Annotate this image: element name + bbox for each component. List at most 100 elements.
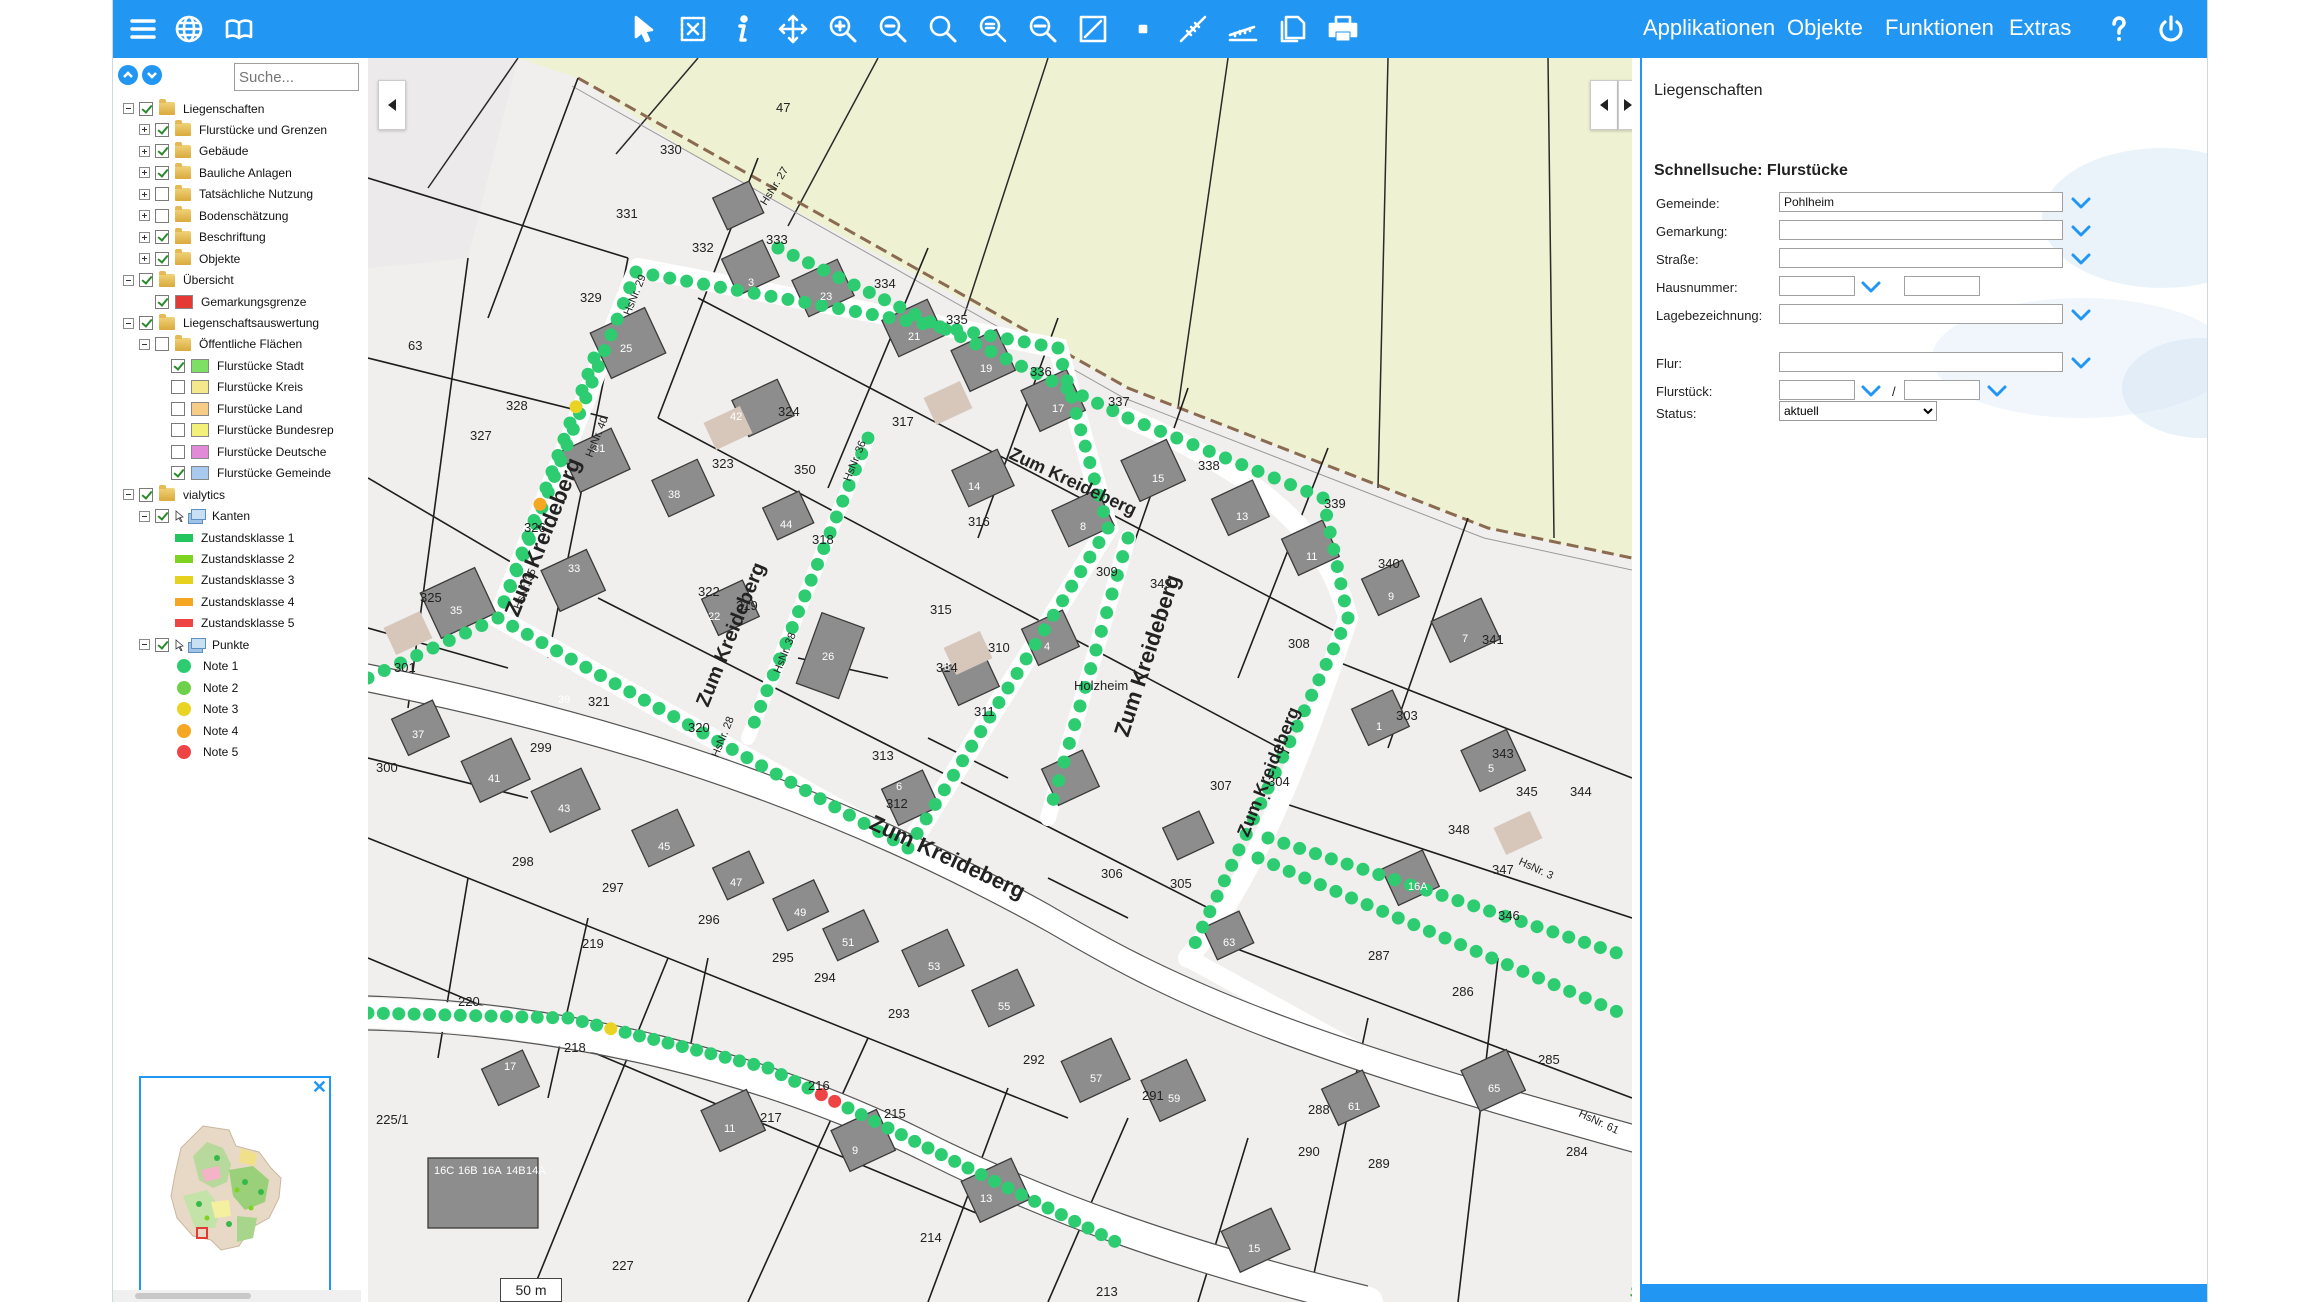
- measure-area-icon[interactable]: [1073, 9, 1113, 49]
- expand-all-icon[interactable]: [118, 65, 138, 85]
- chevron-down-icon[interactable]: [2070, 196, 2092, 210]
- flur-field[interactable]: [1779, 352, 2063, 372]
- tree-item[interactable]: Flurstücke Kreis: [155, 377, 303, 398]
- expand-right-panel-button[interactable]: [1618, 80, 1632, 130]
- zoom-in-icon[interactable]: [823, 9, 863, 49]
- chevron-down-icon[interactable]: [2070, 356, 2092, 370]
- menu-objekte[interactable]: Objekte: [1787, 0, 1863, 58]
- layer-checkbox[interactable]: [155, 187, 169, 202]
- ruler-icon[interactable]: [1223, 9, 1263, 49]
- layer-checkbox[interactable]: [171, 380, 185, 395]
- gemeinde-field[interactable]: Pohlheim: [1779, 192, 2063, 212]
- tree-item[interactable]: Note 4: [155, 720, 238, 741]
- book-icon[interactable]: [219, 9, 259, 49]
- tree-item[interactable]: Objekte: [139, 248, 240, 269]
- layer-checkbox[interactable]: [155, 337, 169, 352]
- menu-extras[interactable]: Extras: [2009, 0, 2071, 58]
- help-icon[interactable]: [2099, 9, 2139, 49]
- menu-applikationen[interactable]: Applikationen: [1643, 0, 1775, 58]
- lagebezeichnung-field[interactable]: [1779, 304, 2063, 324]
- select-box-icon[interactable]: [673, 9, 713, 49]
- tree-item[interactable]: Öffentliche Flächen: [139, 334, 302, 355]
- chevron-down-icon[interactable]: [1986, 384, 2008, 398]
- measure-line-icon[interactable]: [1173, 9, 1213, 49]
- tree-item[interactable]: Note 3: [155, 699, 238, 720]
- zoom-in-alt-icon[interactable]: [973, 9, 1013, 49]
- tree-item[interactable]: Übersicht: [123, 270, 234, 291]
- menu-icon[interactable]: [123, 9, 163, 49]
- strasse-field[interactable]: [1779, 248, 2063, 268]
- hausnummer-zusatz-field[interactable]: [1904, 276, 1980, 296]
- tree-item[interactable]: Gemarkungsgrenze: [139, 291, 306, 312]
- gemarkung-field[interactable]: [1779, 220, 2063, 240]
- info-icon[interactable]: [723, 9, 763, 49]
- expand-toggle-icon[interactable]: [139, 188, 150, 200]
- close-icon[interactable]: ✕: [312, 1078, 327, 1096]
- tree-item[interactable]: Flurstücke Gemeinde: [155, 463, 331, 484]
- tree-item[interactable]: Zustandsklasse 1: [155, 527, 294, 548]
- chevron-down-icon[interactable]: [2070, 224, 2092, 238]
- layer-checkbox[interactable]: [155, 165, 169, 180]
- expand-toggle-icon[interactable]: [139, 253, 150, 265]
- layer-checkbox[interactable]: [171, 401, 185, 416]
- tree-item[interactable]: Kanten: [139, 506, 250, 527]
- expand-toggle-icon[interactable]: [139, 145, 150, 157]
- menu-funktionen[interactable]: Funktionen: [1885, 0, 1994, 58]
- chevron-down-icon[interactable]: [2070, 308, 2092, 322]
- status-select[interactable]: aktuell: [1779, 401, 1937, 421]
- expand-toggle-icon[interactable]: [139, 167, 150, 179]
- tree-item[interactable]: Beschriftung: [139, 227, 266, 248]
- tree-item[interactable]: Note 2: [155, 677, 238, 698]
- expand-toggle-icon[interactable]: [139, 231, 150, 243]
- collapse-left-panel-button[interactable]: [378, 80, 406, 130]
- tree-item[interactable]: Note 1: [155, 656, 238, 677]
- collapse-toggle-icon[interactable]: [139, 510, 150, 522]
- tree-item[interactable]: Punkte: [139, 634, 249, 655]
- tree-item[interactable]: Note 5: [155, 742, 238, 763]
- layer-checkbox[interactable]: [139, 487, 153, 502]
- tree-item[interactable]: Zustandsklasse 2: [155, 548, 294, 569]
- chevron-down-icon[interactable]: [1860, 384, 1882, 398]
- flurstueck-nenner-field[interactable]: [1904, 380, 1980, 400]
- chevron-down-icon[interactable]: [1860, 280, 1882, 294]
- layer-checkbox[interactable]: [139, 316, 153, 330]
- collapse-toggle-icon[interactable]: [123, 103, 134, 114]
- flurstueck-zaehler-field[interactable]: [1779, 380, 1855, 400]
- panel-scrollbar[interactable]: [113, 1290, 361, 1302]
- tree-item[interactable]: Zustandsklasse 4: [155, 591, 294, 612]
- layer-checkbox[interactable]: [171, 466, 185, 481]
- tree-item[interactable]: Gebäude: [139, 141, 248, 162]
- layer-checkbox[interactable]: [139, 101, 153, 116]
- layer-checkbox[interactable]: [155, 509, 169, 524]
- tree-item[interactable]: Flurstücke und Grenzen: [139, 119, 327, 140]
- expand-toggle-icon[interactable]: [139, 210, 150, 222]
- point-icon[interactable]: [1123, 9, 1163, 49]
- collapse-toggle-icon[interactable]: [139, 338, 150, 350]
- collapse-toggle-icon[interactable]: [123, 274, 134, 286]
- collapse-toggle-icon[interactable]: [139, 639, 150, 651]
- layer-checkbox[interactable]: [155, 637, 169, 652]
- hausnummer-field[interactable]: [1779, 276, 1855, 296]
- layer-checkbox[interactable]: [171, 423, 185, 438]
- tree-item[interactable]: Bauliche Anlagen: [139, 162, 292, 183]
- tree-item[interactable]: Flurstücke Bundesrep: [155, 420, 334, 441]
- pan-icon[interactable]: [773, 9, 813, 49]
- tree-item[interactable]: Tatsächliche Nutzung: [139, 184, 313, 205]
- tree-item[interactable]: vialytics: [123, 484, 225, 505]
- tree-item[interactable]: Flurstücke Stadt: [155, 355, 304, 376]
- layer-checkbox[interactable]: [155, 122, 169, 137]
- tree-item[interactable]: Liegenschaftsauswertung: [123, 313, 319, 334]
- zoom-out-icon[interactable]: [873, 9, 913, 49]
- tree-item[interactable]: Flurstücke Deutsche: [155, 441, 326, 462]
- zoom-out-alt-icon[interactable]: [1023, 9, 1063, 49]
- zoom-search-icon[interactable]: [923, 9, 963, 49]
- layer-checkbox[interactable]: [155, 251, 169, 266]
- chevron-down-icon[interactable]: [2070, 252, 2092, 266]
- copy-icon[interactable]: [1273, 9, 1313, 49]
- power-icon[interactable]: [2151, 9, 2191, 49]
- layer-checkbox[interactable]: [155, 208, 169, 223]
- globe-icon[interactable]: [169, 9, 209, 49]
- layer-checkbox[interactable]: [155, 230, 169, 245]
- layer-checkbox[interactable]: [155, 294, 169, 309]
- collapse-right-panel-button[interactable]: [1590, 80, 1618, 130]
